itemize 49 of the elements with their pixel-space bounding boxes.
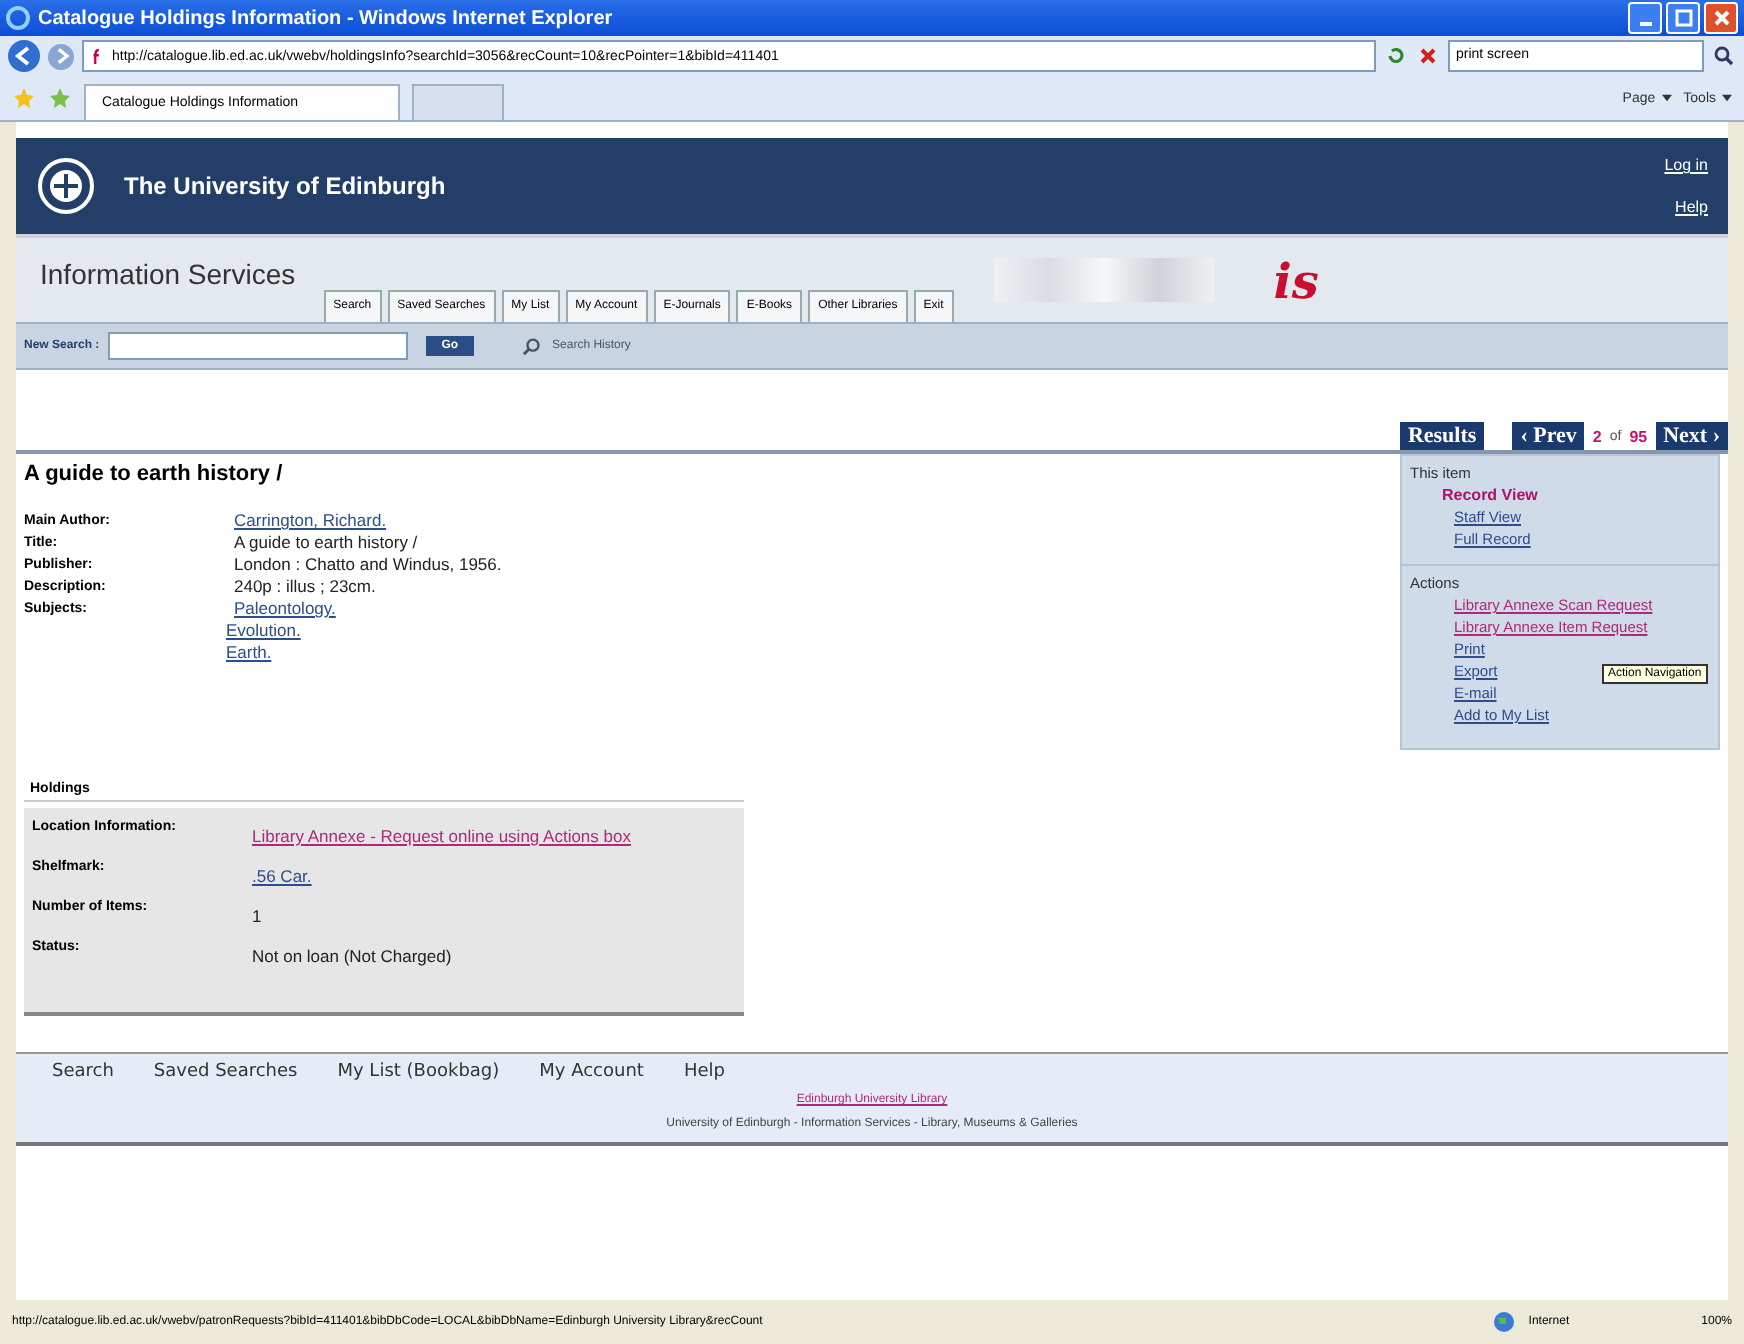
globe-icon: [1492, 1310, 1517, 1334]
holdings-value: Not on loan (Not Charged): [252, 946, 452, 966]
next-button[interactable]: Next ›: [1655, 422, 1728, 450]
caret-icon: [1722, 93, 1732, 101]
footer-link[interactable]: Search: [52, 1062, 114, 1082]
minimize-icon: [1639, 22, 1651, 26]
close-button[interactable]: [1704, 2, 1738, 34]
view-link[interactable]: Record View: [1442, 486, 1538, 504]
field-link[interactable]: Paleontology.: [234, 598, 336, 618]
close-icon: [1711, 8, 1731, 28]
crest-icon: [36, 156, 96, 216]
browser-logo-icon: [6, 6, 30, 30]
service-title: Information Services: [40, 258, 296, 290]
back-button[interactable]: [8, 40, 40, 72]
star-icon[interactable]: [12, 86, 36, 110]
field-link[interactable]: Evolution.: [226, 620, 301, 640]
footer-link[interactable]: Help: [683, 1062, 725, 1082]
maximize-icon: [1673, 8, 1693, 28]
field-link[interactable]: Earth.: [226, 642, 272, 662]
field-link[interactable]: Carrington, Richard.: [234, 510, 387, 530]
holdings-value: 1: [252, 906, 262, 926]
header-link[interactable]: Help: [1675, 198, 1708, 216]
search-field[interactable]: [107, 332, 408, 360]
service-logo: is: [1273, 251, 1319, 309]
prev-button[interactable]: ‹ Prev: [1512, 422, 1585, 450]
window-title: Catalogue Holdings Information - Windows Internet Explorer: [38, 7, 615, 29]
record-title: A guide to earth history /: [22, 460, 285, 490]
refresh-icon[interactable]: [1384, 44, 1408, 68]
footer-link[interactable]: Saved Searches: [153, 1062, 298, 1082]
forward-button[interactable]: [48, 43, 74, 69]
record-position: 2: [1592, 427, 1602, 445]
site-favicon-icon: [90, 47, 104, 65]
holdings-link[interactable]: .56 Car.: [252, 866, 312, 886]
search-history-icon[interactable]: [522, 335, 545, 357]
caret-icon: [1661, 93, 1672, 101]
minimize-button[interactable]: [1628, 2, 1662, 34]
field-value: London : Chatto and Windus, 1956.: [234, 554, 502, 574]
field-value: 240p : illus ; 23cm.: [234, 576, 376, 596]
holdings-link[interactable]: Library Annexe - Request online using Actions box: [252, 826, 631, 846]
results-button[interactable]: Results: [1399, 422, 1485, 450]
site-title: The University of Edinburgh: [124, 172, 446, 200]
record-total: 95: [1629, 427, 1648, 445]
field-value: A guide to earth history /: [234, 532, 418, 552]
footer-link[interactable]: My Account: [539, 1062, 644, 1082]
stop-icon[interactable]: [1416, 44, 1440, 68]
maximize-button[interactable]: [1666, 2, 1700, 34]
header-link[interactable]: Log in: [1664, 156, 1708, 174]
footer-link[interactable]: My List (Bookbag): [337, 1062, 500, 1082]
search-icon[interactable]: [1712, 44, 1736, 68]
